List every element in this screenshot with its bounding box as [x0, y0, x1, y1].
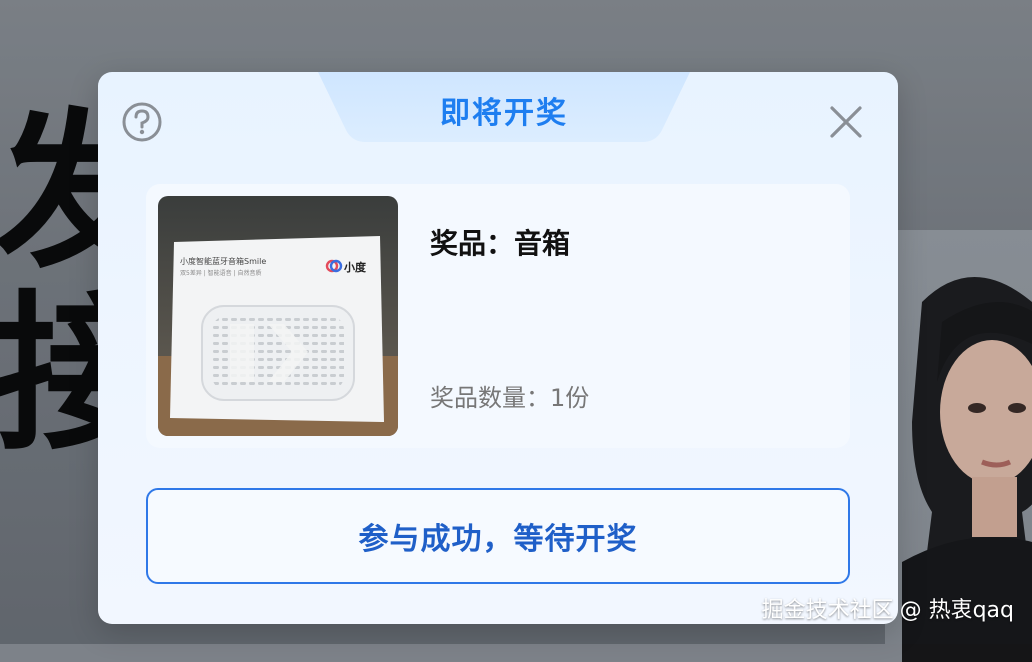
modal-title-tab: 即将开奖: [318, 72, 690, 142]
prize-box-title: 小度智能蓝牙音箱Smile: [180, 257, 267, 266]
participation-status-button[interactable]: 参与成功，等待开奖: [146, 488, 850, 584]
help-button[interactable]: [120, 100, 164, 144]
prize-image: 小度智能蓝牙音箱Smile 双5差异 | 智能语音 | 自然音质 小度: [158, 196, 398, 436]
watermark: 掘金技术社区 @ 热衷qaq: [762, 592, 1014, 624]
prize-quantity-label: 奖品数量：: [430, 384, 550, 412]
prize-box-subtitle: 双5差异 | 智能语音 | 自然音质: [180, 270, 262, 277]
close-icon: [830, 106, 862, 138]
prize-quantity: 奖品数量： 1份: [430, 378, 589, 413]
modal-title: 即将开奖: [440, 96, 568, 131]
watermark-author: @ 热衷qaq: [899, 598, 1014, 623]
close-button[interactable]: [824, 100, 868, 144]
watermark-site: 掘金技术社区: [761, 598, 894, 623]
prize-name-value: 音箱: [514, 227, 571, 260]
question-circle-icon: [122, 102, 162, 142]
prize-card: 小度智能蓝牙音箱Smile 双5差异 | 智能语音 | 自然音质 小度 奖品： …: [146, 184, 850, 448]
lottery-modal: 即将开奖 小度智能蓝牙音箱Smile 双5差异 | 智能语音 | 自然音质 小度…: [98, 72, 898, 624]
prize-box-brand: 小度: [344, 261, 366, 274]
prize-quantity-value: 1份: [550, 384, 590, 412]
prize-name-label: 奖品：: [430, 227, 515, 260]
prize-name: 奖品： 音箱: [430, 222, 570, 262]
